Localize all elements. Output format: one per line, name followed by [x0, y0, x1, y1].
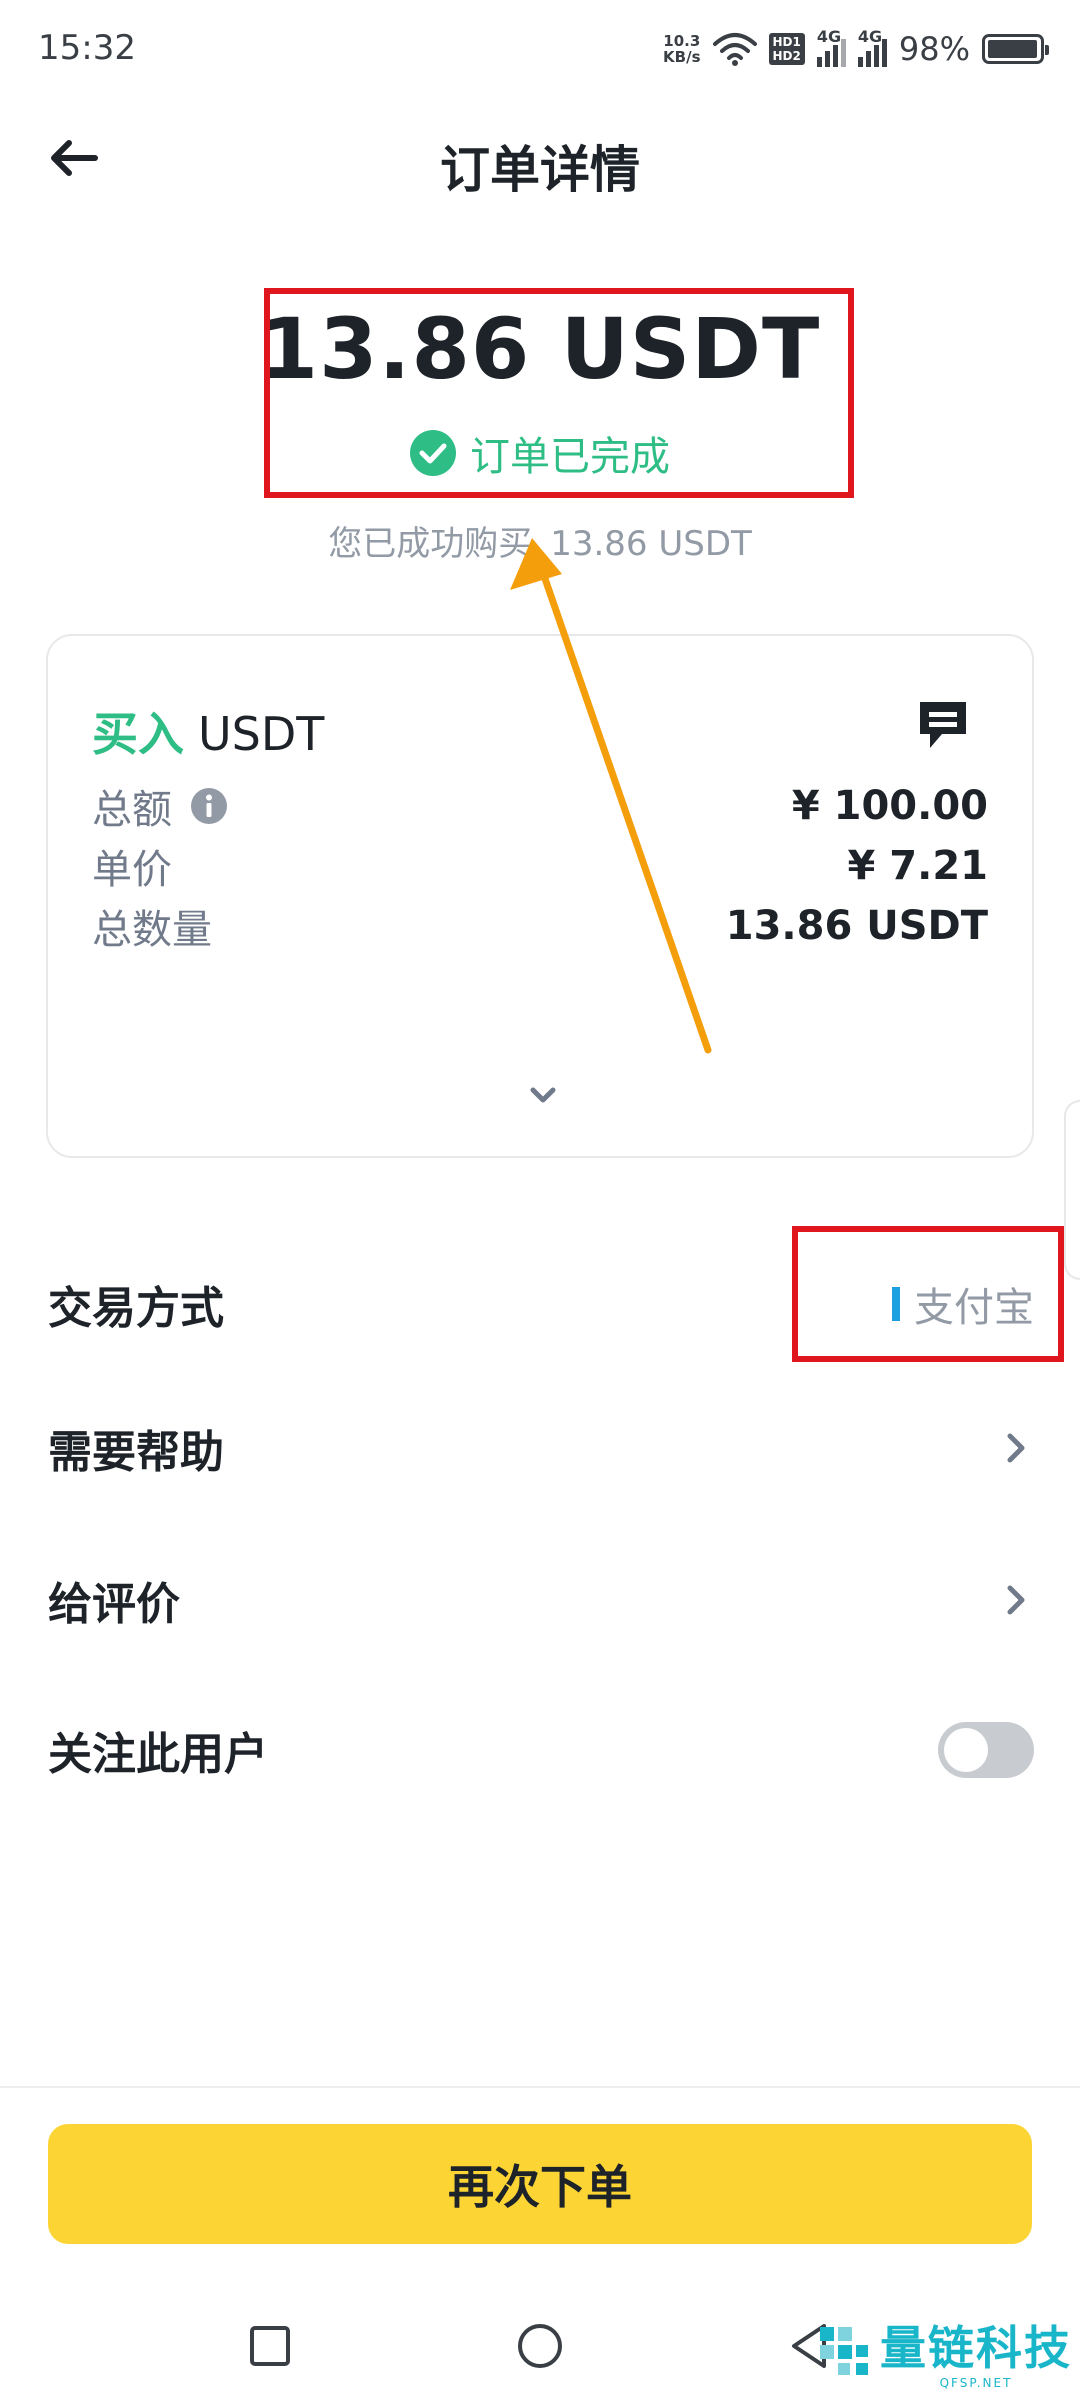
status-time: 15:32 [38, 28, 136, 68]
total-value: ¥ 100.00 [791, 783, 988, 829]
annotation-box-payment [792, 1226, 1064, 1362]
signal-icon: 4G [816, 27, 846, 67]
chevron-right-icon [1007, 1433, 1025, 1463]
review-row[interactable]: 给评价 [48, 1550, 1034, 1650]
purchase-summary-text: 您已成功购买 [328, 524, 533, 564]
hd-badge: HD1 HD2 [768, 33, 805, 65]
net-speed-unit: KB/s [663, 48, 701, 66]
wifi-icon [712, 33, 757, 66]
info-icon[interactable] [190, 787, 228, 825]
net-speed: 10.3 KB/s [663, 33, 700, 65]
chevron-down-icon [530, 1087, 556, 1103]
signal-label: 4G [857, 27, 883, 46]
status-icons: 10.3 KB/s HD1 HD2 4G 4G 98% [663, 26, 1049, 72]
quantity-label: 总数量 [92, 907, 212, 953]
follow-toggle[interactable] [938, 1722, 1034, 1778]
trade-method-label: 交易方式 [48, 1283, 224, 1334]
quantity-row: 总数量 13.86 USDT [92, 896, 988, 956]
chat-icon [920, 702, 966, 748]
total-label-wrap: 总额 [92, 777, 228, 835]
circle-icon [518, 2324, 562, 2368]
square-icon [250, 2326, 290, 2366]
status-bar: 15:32 10.3 KB/s HD1 HD2 4G 4G 98% [0, 0, 1080, 100]
recents-button[interactable] [240, 2316, 300, 2376]
hd-top: HD1 [772, 35, 801, 49]
signal-icon: 4G [857, 27, 887, 67]
price-label: 单价 [92, 847, 172, 893]
annotation-box-amount [264, 288, 854, 498]
order-side: 买入 USDT [92, 698, 324, 764]
help-row[interactable]: 需要帮助 [48, 1398, 1034, 1498]
watermark-logo-icon [820, 2327, 868, 2375]
reorder-button[interactable]: 再次下单 [48, 2124, 1032, 2244]
hd-bottom: HD2 [772, 49, 801, 63]
toggle-knob [944, 1728, 988, 1772]
purchase-summary: 您已成功购买 13.86 USDT [0, 516, 1080, 565]
watermark-title: 量链科技 [880, 2321, 1072, 2375]
follow-label: 关注此用户 [48, 1729, 268, 1780]
order-asset: USDT [198, 707, 325, 761]
chat-button[interactable] [916, 698, 970, 752]
net-speed-value: 10.3 [663, 32, 701, 50]
quantity-value: 13.86 USDT [725, 903, 988, 949]
watermark-subtitle: QFSP.NET [939, 2376, 1013, 2390]
battery-fill [988, 40, 1037, 58]
purchase-summary-amount: 13.86 USDT [550, 524, 752, 564]
order-side-label: 买入 [92, 707, 184, 761]
price-row: 单价 ¥ 7.21 [92, 836, 988, 896]
order-card: 买入 USDT 总额 ¥ 100.00 单价 ¥ 7.21 总数量 13.86 U… [46, 634, 1034, 1158]
signal-label: 4G [816, 27, 842, 46]
follow-row: 关注此用户 [48, 1700, 1034, 1800]
watermark-text: 量链科技 QFSP.NET [880, 2312, 1072, 2390]
expand-details-button[interactable] [518, 1076, 568, 1116]
help-label: 需要帮助 [48, 1427, 224, 1478]
total-row: 总额 ¥ 100.00 [92, 776, 988, 836]
watermark: 量链科技 QFSP.NET [816, 2312, 1072, 2390]
chevron-right-icon [1007, 1585, 1025, 1615]
home-button[interactable] [510, 2316, 570, 2376]
battery-icon [982, 34, 1049, 64]
side-handle[interactable] [1064, 1100, 1080, 1280]
total-label: 总额 [92, 787, 172, 833]
battery-percent: 98% [898, 30, 970, 68]
page-title: 订单详情 [440, 141, 640, 199]
bottom-divider [0, 2086, 1080, 2088]
review-label: 给评价 [48, 1579, 180, 1630]
price-value: ¥ 7.21 [847, 843, 988, 889]
